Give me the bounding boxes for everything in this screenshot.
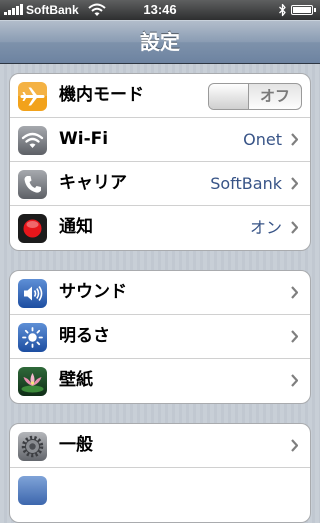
notifications-icon xyxy=(18,214,47,243)
chevron-right-icon xyxy=(291,221,298,234)
chevron-right-icon xyxy=(291,330,298,343)
settings-group-3: 一般 xyxy=(9,423,311,523)
airplane-mode-label: 機内モード xyxy=(59,85,144,105)
battery-icon xyxy=(291,5,316,15)
airplane-icon xyxy=(18,82,47,111)
navigation-bar: 設定 xyxy=(0,20,320,64)
gear-icon xyxy=(18,432,47,461)
battery-level-fill xyxy=(293,7,311,13)
settings-row-general[interactable]: 一般 xyxy=(10,424,310,468)
settings-row-partial[interactable] xyxy=(10,468,310,512)
settings-row-wallpaper[interactable]: 壁紙 xyxy=(10,359,310,403)
settings-group-1: 機内モード オフ Wi-Fi Onet キャリア SoftBank 通知 オン xyxy=(9,73,311,251)
notifications-label: 通知 xyxy=(59,217,93,237)
settings-row-carrier[interactable]: キャリア SoftBank xyxy=(10,162,310,206)
chevron-right-icon xyxy=(291,177,298,190)
status-time: 13:46 xyxy=(143,2,177,17)
status-bar: SoftBank 13:46 xyxy=(0,0,320,20)
toggle-knob[interactable] xyxy=(209,84,249,109)
sounds-label: サウンド xyxy=(59,282,127,302)
wallpaper-label: 壁紙 xyxy=(59,370,93,390)
settings-group-2: サウンド 明るさ 壁紙 xyxy=(9,270,311,404)
settings-row-sounds[interactable]: サウンド xyxy=(10,271,310,315)
chevron-right-icon xyxy=(291,374,298,387)
speaker-icon xyxy=(18,279,47,308)
notifications-value: オン xyxy=(249,218,282,237)
chevron-right-icon xyxy=(291,286,298,299)
wifi-network-value: Onet xyxy=(243,130,282,149)
settings-row-notifications[interactable]: 通知 オン xyxy=(10,206,310,250)
chevron-right-icon xyxy=(291,133,298,146)
phone-icon xyxy=(18,170,47,199)
settings-row-airplane-mode: 機内モード オフ xyxy=(10,74,310,118)
general-label: 一般 xyxy=(59,435,93,455)
settings-row-brightness[interactable]: 明るさ xyxy=(10,315,310,359)
wifi-icon xyxy=(18,126,47,155)
wifi-label: Wi-Fi xyxy=(59,129,109,149)
brightness-icon xyxy=(18,323,47,352)
carrier-label: キャリア xyxy=(59,173,127,193)
page-title: 設定 xyxy=(140,30,180,54)
bluetooth-icon xyxy=(279,3,286,17)
chevron-right-icon xyxy=(291,439,298,452)
toggle-state-label: オフ xyxy=(259,87,290,105)
partial-row-icon xyxy=(18,476,47,505)
brightness-label: 明るさ xyxy=(59,326,110,346)
settings-row-wifi[interactable]: Wi-Fi Onet xyxy=(10,118,310,162)
airplane-mode-toggle[interactable]: オフ xyxy=(208,83,302,110)
wallpaper-icon xyxy=(18,367,47,396)
carrier-value: SoftBank xyxy=(210,174,282,193)
